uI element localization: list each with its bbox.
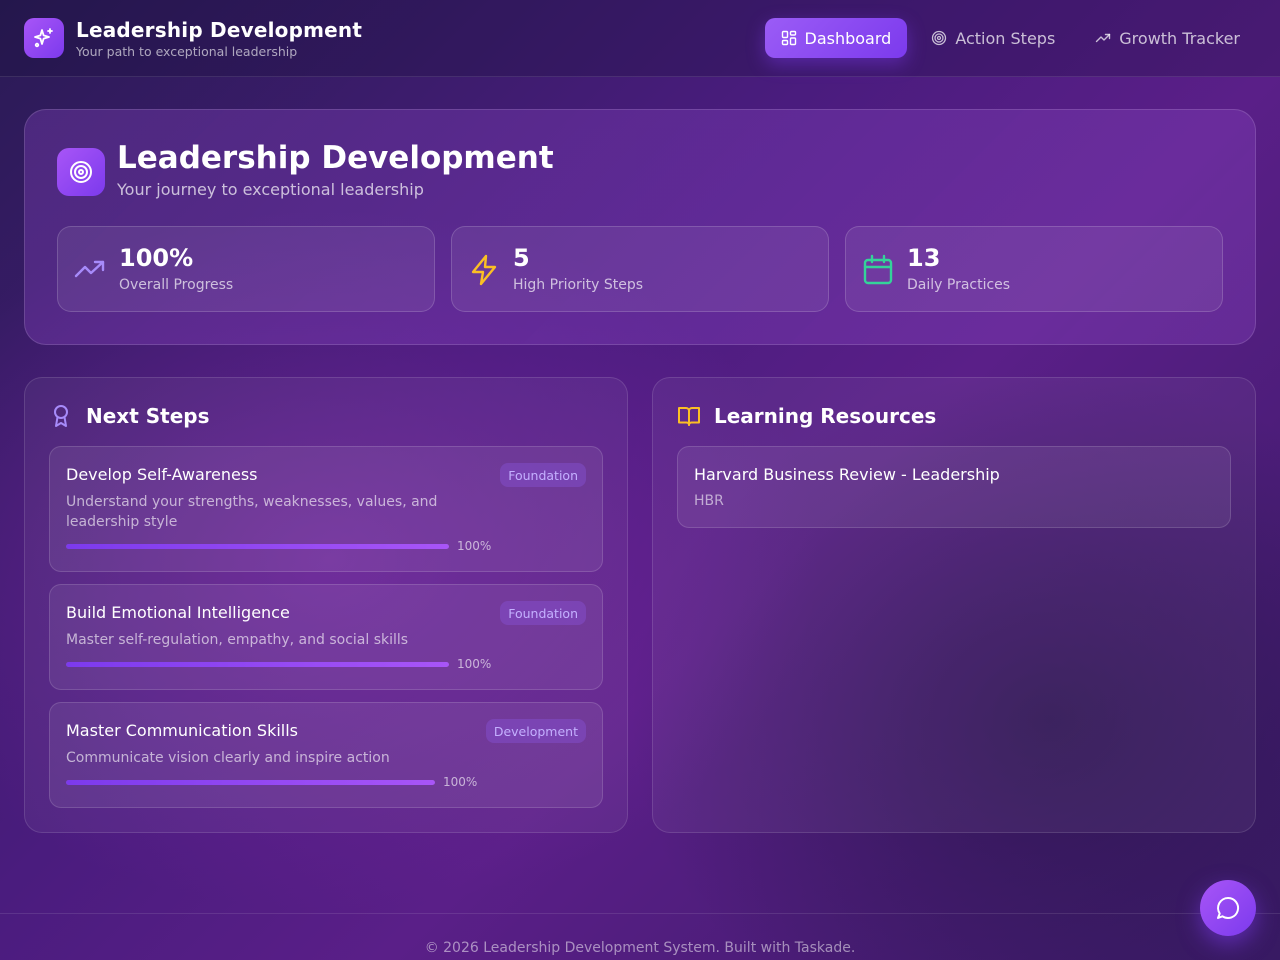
dashboard-grid-icon (781, 30, 796, 46)
progress-track (66, 544, 449, 549)
step-badge: Foundation (500, 601, 586, 625)
step-card[interactable]: Master Communication Skills Development … (49, 702, 603, 808)
footer: © 2026 Leadership Development System. Bu… (0, 913, 1280, 960)
stat-label: High Priority Steps (513, 277, 644, 293)
main-nav: Dashboard Action Steps Growth Tracker (764, 18, 1257, 58)
step-badge: Development (485, 719, 586, 743)
progress-track (66, 780, 435, 785)
step-card[interactable]: Develop Self-Awareness Foundation Unders… (49, 446, 603, 572)
book-open-icon (678, 407, 700, 426)
brand-logo[interactable] (24, 18, 64, 58)
progress-label: 100% (457, 657, 492, 671)
hero-subtitle: Your journey to exceptional leadership (117, 180, 424, 199)
stat-value: 100% (119, 244, 194, 272)
nav-dashboard-label: Dashboard (804, 28, 892, 48)
chat-button[interactable] (1200, 880, 1256, 936)
step-description: Understand your strengths, weaknesses, v… (66, 494, 438, 530)
step-card[interactable]: Build Emotional Intelligence Foundation … (49, 584, 603, 690)
progress-label: 100% (457, 539, 492, 553)
progress-track (66, 662, 449, 667)
calendar-icon (863, 254, 893, 285)
progress-fill (66, 780, 435, 785)
award-icon (54, 405, 68, 427)
next-steps-panel: Next Steps Develop Self-Awareness Founda… (24, 377, 628, 833)
nav-action-steps-label: Action Steps (955, 28, 1056, 48)
chat-bubble-icon (1217, 896, 1240, 919)
target-icon (932, 30, 947, 46)
target-icon (70, 161, 92, 183)
app-header: Leadership Development Your path to exce… (0, 0, 1280, 77)
resource-card[interactable]: Harvard Business Review - Leadership HBR (677, 446, 1231, 528)
stat-daily-practices: 13 Daily Practices (845, 226, 1223, 312)
stat-label: Daily Practices (907, 277, 1011, 293)
app-subtitle: Your path to exceptional leadership (76, 44, 298, 59)
stat-high-priority: 5 High Priority Steps (451, 226, 829, 312)
stat-label: Overall Progress (119, 277, 234, 293)
stat-value: 13 (907, 244, 941, 272)
panel-title: Next Steps (86, 404, 210, 428)
footer-text: © 2026 Leadership Development System. Bu… (424, 940, 856, 956)
step-description: Master self-regulation, empathy, and soc… (66, 632, 409, 648)
resource-source: HBR (694, 493, 724, 509)
step-title: Master Communication Skills (66, 721, 299, 740)
step-title: Build Emotional Intelligence (66, 603, 290, 622)
app-title: Leadership Development (76, 18, 363, 42)
nav-growth-tracker-label: Growth Tracker (1119, 28, 1240, 48)
trending-up-icon (74, 260, 105, 278)
hero-card: Leadership Development Your journey to e… (24, 109, 1256, 345)
step-badge: Foundation (500, 463, 586, 487)
sparkles-icon (34, 28, 53, 48)
nav-action-steps[interactable]: Action Steps (915, 18, 1071, 58)
hero-title: Leadership Development (117, 140, 554, 176)
resource-title: Harvard Business Review - Leadership (694, 465, 1000, 484)
lightning-icon (471, 254, 497, 286)
progress-label: 100% (443, 775, 478, 789)
panel-title: Learning Resources (714, 404, 937, 428)
nav-dashboard[interactable]: Dashboard (764, 18, 908, 58)
trending-up-icon (1096, 33, 1111, 43)
progress-fill (66, 662, 449, 667)
step-title: Develop Self-Awareness (66, 465, 258, 484)
progress-fill (66, 544, 449, 549)
hero-icon-badge (57, 148, 105, 196)
stat-value: 5 (513, 244, 530, 272)
stat-overall-progress: 100% Overall Progress (57, 226, 435, 312)
step-description: Communicate vision clearly and inspire a… (66, 750, 390, 766)
nav-growth-tracker[interactable]: Growth Tracker (1079, 18, 1256, 58)
learning-resources-panel: Learning Resources Harvard Business Revi… (652, 377, 1256, 833)
